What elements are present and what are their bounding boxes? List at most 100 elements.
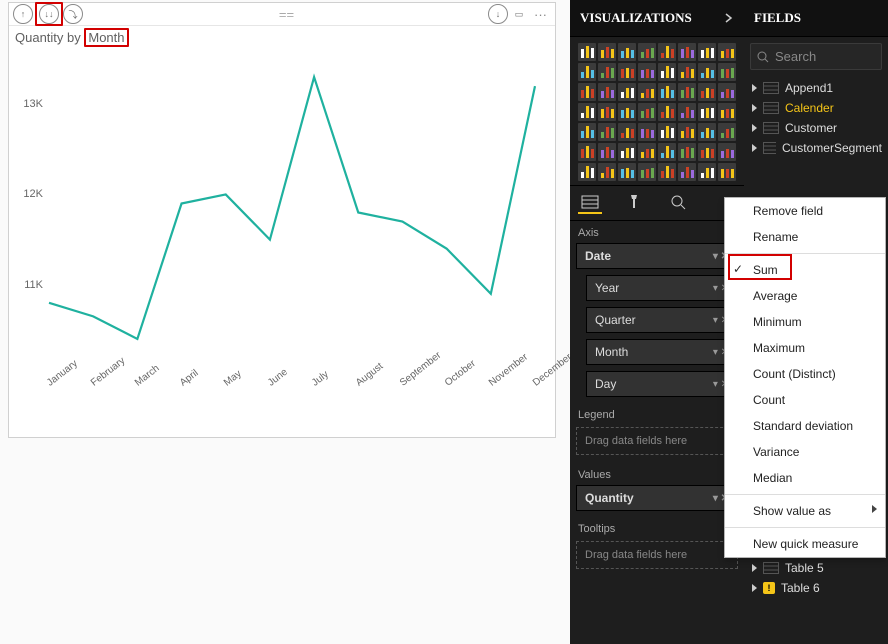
viz-type-icon[interactable]: [598, 63, 616, 81]
context-menu-item[interactable]: Average: [725, 283, 885, 309]
viz-type-icon[interactable]: [578, 83, 596, 101]
focus-mode-icon[interactable]: ▭: [510, 5, 528, 23]
format-tab-icon[interactable]: [622, 192, 646, 212]
field-table-row[interactable]: Append1: [744, 78, 888, 98]
context-menu-item[interactable]: Maximum: [725, 335, 885, 361]
context-menu-item[interactable]: Count: [725, 387, 885, 413]
viz-type-icon[interactable]: [718, 123, 736, 141]
context-menu-item[interactable]: Remove field: [725, 198, 885, 224]
viz-type-icon[interactable]: [658, 43, 676, 61]
context-menu-item[interactable]: Rename: [725, 224, 885, 250]
viz-type-icon[interactable]: [698, 123, 716, 141]
viz-type-icon[interactable]: [578, 123, 596, 141]
field-table-row[interactable]: !Table 6: [744, 578, 888, 598]
fields-tab-icon[interactable]: [578, 192, 602, 214]
viz-type-icon[interactable]: [678, 83, 696, 101]
viz-type-icon[interactable]: [638, 123, 656, 141]
viz-type-icon[interactable]: [698, 143, 716, 161]
chart-visual[interactable]: ↑ ↓↓ ⤵ == ↓ ▭ ··· Quantity by Month 11K1…: [8, 2, 556, 438]
field-table-row[interactable]: CustomerSegment: [744, 138, 888, 158]
context-menu-item[interactable]: Sum✓: [725, 257, 885, 283]
more-options-icon[interactable]: ···: [530, 7, 551, 22]
axis-field-pill[interactable]: Day▾ ✕: [586, 371, 738, 397]
viz-type-icon[interactable]: [698, 103, 716, 121]
viz-type-icon[interactable]: [698, 163, 716, 181]
viz-type-icon[interactable]: [718, 83, 736, 101]
axis-field-pill[interactable]: Month▾ ✕: [586, 339, 738, 365]
viz-type-icon[interactable]: [618, 83, 636, 101]
viz-type-icon[interactable]: [598, 103, 616, 121]
viz-type-icon[interactable]: [658, 83, 676, 101]
viz-type-icon[interactable]: [638, 103, 656, 121]
viz-type-icon[interactable]: [698, 63, 716, 81]
values-field-pill[interactable]: Quantity▾ ✕: [576, 485, 738, 511]
viz-type-icon[interactable]: [698, 83, 716, 101]
field-table-row[interactable]: Calender: [744, 98, 888, 118]
viz-type-icon[interactable]: [678, 143, 696, 161]
drill-down-icon[interactable]: ↓↓: [39, 4, 59, 24]
viz-type-icon[interactable]: [578, 163, 596, 181]
viz-type-icon[interactable]: [678, 103, 696, 121]
fields-panel-header[interactable]: FIELDS: [744, 0, 888, 37]
drill-up-icon[interactable]: ↑: [13, 4, 33, 24]
viz-type-icon[interactable]: [718, 103, 736, 121]
axis-field-pill[interactable]: Year▾ ✕: [586, 275, 738, 301]
viz-type-icon[interactable]: [718, 143, 736, 161]
viz-type-icon[interactable]: [578, 43, 596, 61]
context-menu-item[interactable]: Count (Distinct): [725, 361, 885, 387]
export-icon[interactable]: ↓: [488, 4, 508, 24]
viz-type-icon[interactable]: [578, 143, 596, 161]
context-menu-item[interactable]: New quick measure: [725, 531, 885, 557]
viz-type-icon[interactable]: [718, 163, 736, 181]
viz-type-icon[interactable]: [718, 43, 736, 61]
viz-type-icon[interactable]: [618, 63, 636, 81]
viz-type-icon[interactable]: [638, 143, 656, 161]
viz-type-icon[interactable]: [638, 63, 656, 81]
viz-type-icon[interactable]: [658, 163, 676, 181]
viz-type-icon[interactable]: [598, 123, 616, 141]
fields-search[interactable]: Search: [750, 43, 882, 70]
viz-type-icon[interactable]: [618, 103, 636, 121]
viz-type-icon[interactable]: [578, 63, 596, 81]
viz-type-icon[interactable]: [658, 123, 676, 141]
context-menu-item[interactable]: Minimum: [725, 309, 885, 335]
expand-level-icon[interactable]: ⤵: [63, 4, 83, 24]
context-menu-item[interactable]: Variance: [725, 439, 885, 465]
viz-type-icon[interactable]: [658, 143, 676, 161]
viz-type-icon[interactable]: [598, 163, 616, 181]
visualizations-panel-header[interactable]: VISUALIZATIONS: [570, 0, 744, 37]
analytics-tab-icon[interactable]: [666, 192, 690, 212]
viz-type-icon[interactable]: [638, 163, 656, 181]
viz-type-icon[interactable]: [598, 83, 616, 101]
tooltips-drop-zone[interactable]: Drag data fields here: [576, 541, 738, 569]
drag-handle-icon[interactable]: ==: [279, 7, 294, 22]
viz-type-icon[interactable]: [598, 43, 616, 61]
viz-type-icon[interactable]: [658, 103, 676, 121]
context-menu-item[interactable]: Median: [725, 465, 885, 491]
chart-plot-area: 11K12K13K JanuaryFebruaryMarchAprilMayJu…: [15, 55, 545, 385]
viz-type-icon[interactable]: [698, 43, 716, 61]
viz-type-icon[interactable]: [678, 43, 696, 61]
viz-type-icon[interactable]: [618, 143, 636, 161]
axis-field-pill[interactable]: Date▾ ✕: [576, 243, 738, 269]
legend-drop-zone[interactable]: Drag data fields here: [576, 427, 738, 455]
report-canvas[interactable]: ↑ ↓↓ ⤵ == ↓ ▭ ··· Quantity by Month 11K1…: [0, 0, 570, 644]
viz-type-icon[interactable]: [658, 63, 676, 81]
context-menu-item[interactable]: Standard deviation: [725, 413, 885, 439]
viz-type-icon[interactable]: [678, 123, 696, 141]
viz-type-icon[interactable]: [618, 43, 636, 61]
viz-type-icon[interactable]: [638, 43, 656, 61]
viz-type-icon[interactable]: [678, 63, 696, 81]
viz-type-icon[interactable]: [618, 163, 636, 181]
axis-field-pill[interactable]: Quarter▾ ✕: [586, 307, 738, 333]
field-table-row[interactable]: Customer: [744, 118, 888, 138]
axis-field-label: Day: [595, 377, 616, 391]
field-table-row[interactable]: Table 5: [744, 558, 888, 578]
context-menu-item[interactable]: Show value as: [725, 498, 885, 524]
viz-type-icon[interactable]: [578, 103, 596, 121]
viz-type-icon[interactable]: [598, 143, 616, 161]
viz-type-icon[interactable]: [718, 63, 736, 81]
viz-type-icon[interactable]: [678, 163, 696, 181]
viz-type-icon[interactable]: [638, 83, 656, 101]
viz-type-icon[interactable]: [618, 123, 636, 141]
